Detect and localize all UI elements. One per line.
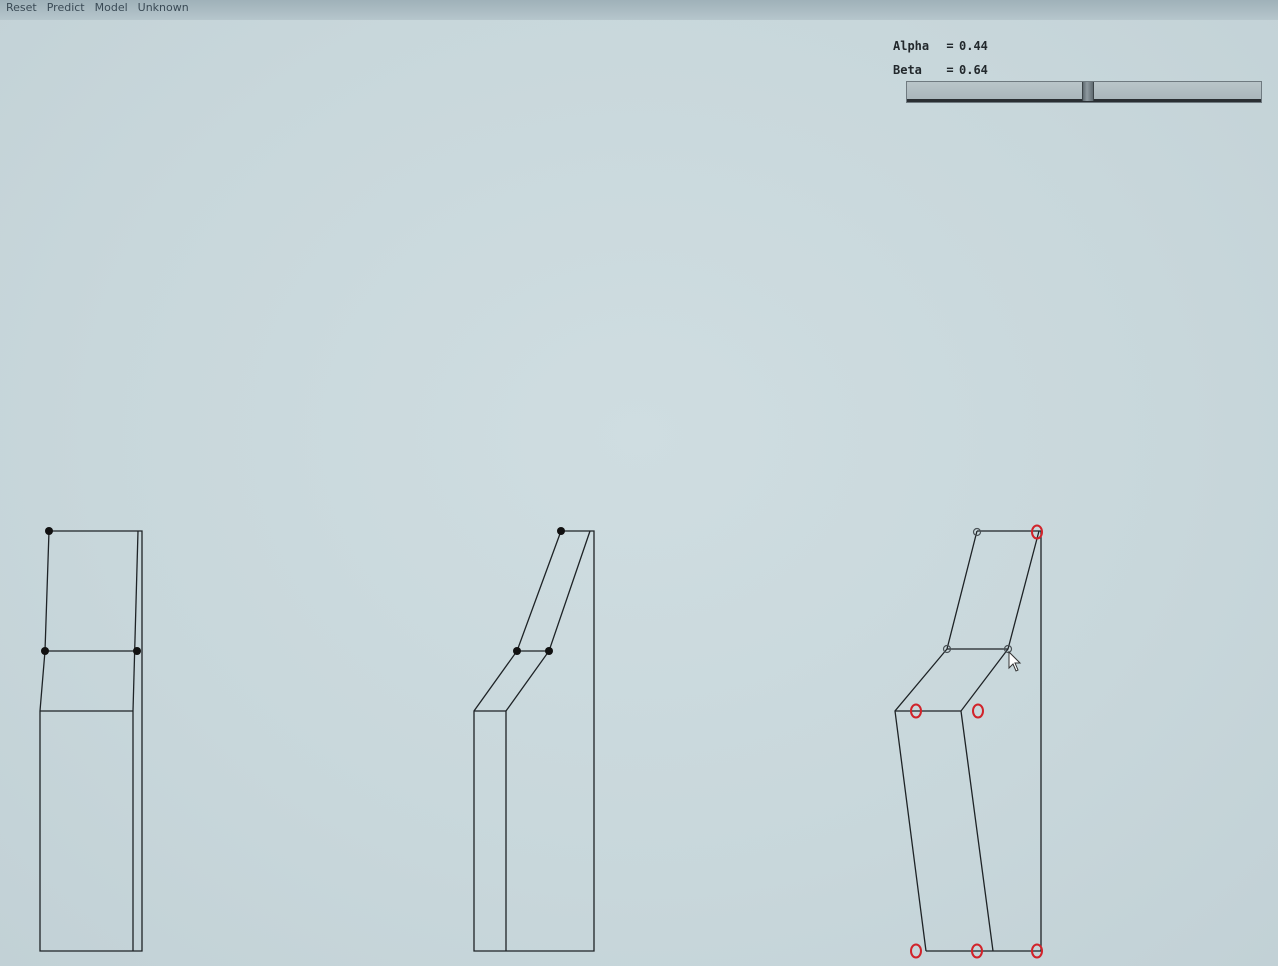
- figure-predicted: [894, 530, 1042, 952]
- figure-upright: [39, 530, 143, 952]
- bent-handle-shoulder-left[interactable]: [513, 647, 521, 655]
- upright-handle-shoulder-right[interactable]: [133, 647, 141, 655]
- upright-outline: [39, 530, 143, 952]
- bent-outline: [473, 530, 595, 952]
- bent-inner-edge: [505, 530, 591, 951]
- upright-handle-top[interactable]: [45, 527, 53, 535]
- pred-rear-edge: [960, 530, 1040, 952]
- bent-handle-top[interactable]: [557, 527, 565, 535]
- mouse-pointer-icon: [1008, 650, 1022, 672]
- red-marker-hip-right: [972, 703, 984, 719]
- figure-bent: [473, 530, 595, 952]
- red-marker-base-left: [910, 943, 922, 959]
- upright-inner-edge: [132, 530, 139, 712]
- model-canvas[interactable]: [0, 0, 1278, 966]
- upright-handle-shoulder-left[interactable]: [41, 647, 49, 655]
- bent-handle-shoulder-right[interactable]: [545, 647, 553, 655]
